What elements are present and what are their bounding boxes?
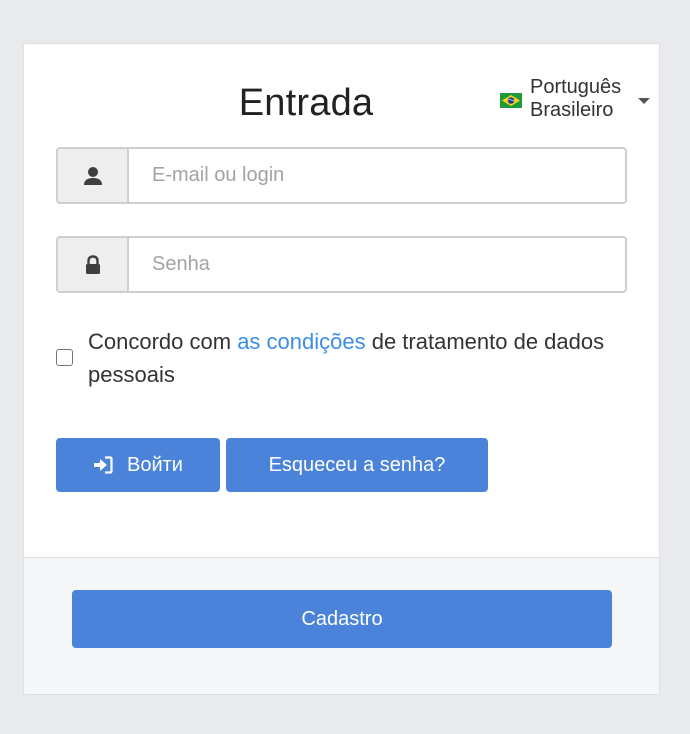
forgot-password-button[interactable]: Esqueceu a senha?	[226, 438, 488, 492]
login-button[interactable]: Войти	[56, 438, 220, 492]
login-button-label: Войти	[127, 453, 183, 476]
password-input[interactable]	[127, 236, 627, 293]
consent-row: Concordo com as condições de tratamento …	[56, 325, 616, 391]
login-input-group	[56, 147, 627, 204]
password-input-group	[56, 236, 627, 293]
forgot-password-label: Esqueceu a senha?	[268, 453, 446, 476]
language-label: Português Brasileiro	[530, 76, 622, 121]
login-input[interactable]	[127, 147, 627, 204]
register-button[interactable]: Cadastro	[72, 590, 612, 648]
user-icon	[83, 166, 102, 185]
chevron-down-icon	[638, 98, 650, 104]
sign-in-icon	[94, 456, 113, 474]
consent-prefix: Concordo com	[88, 329, 238, 354]
conditions-link[interactable]: as condições	[237, 329, 365, 354]
lock-icon	[85, 254, 100, 274]
login-addon	[56, 147, 127, 204]
password-addon	[56, 236, 127, 293]
consent-text: Concordo com as condições de tratamento …	[88, 325, 616, 391]
language-selector[interactable]: Português Brasileiro	[500, 76, 650, 122]
consent-checkbox[interactable]	[56, 349, 73, 366]
brazil-flag-icon	[500, 93, 522, 108]
register-button-label: Cadastro	[301, 607, 383, 630]
